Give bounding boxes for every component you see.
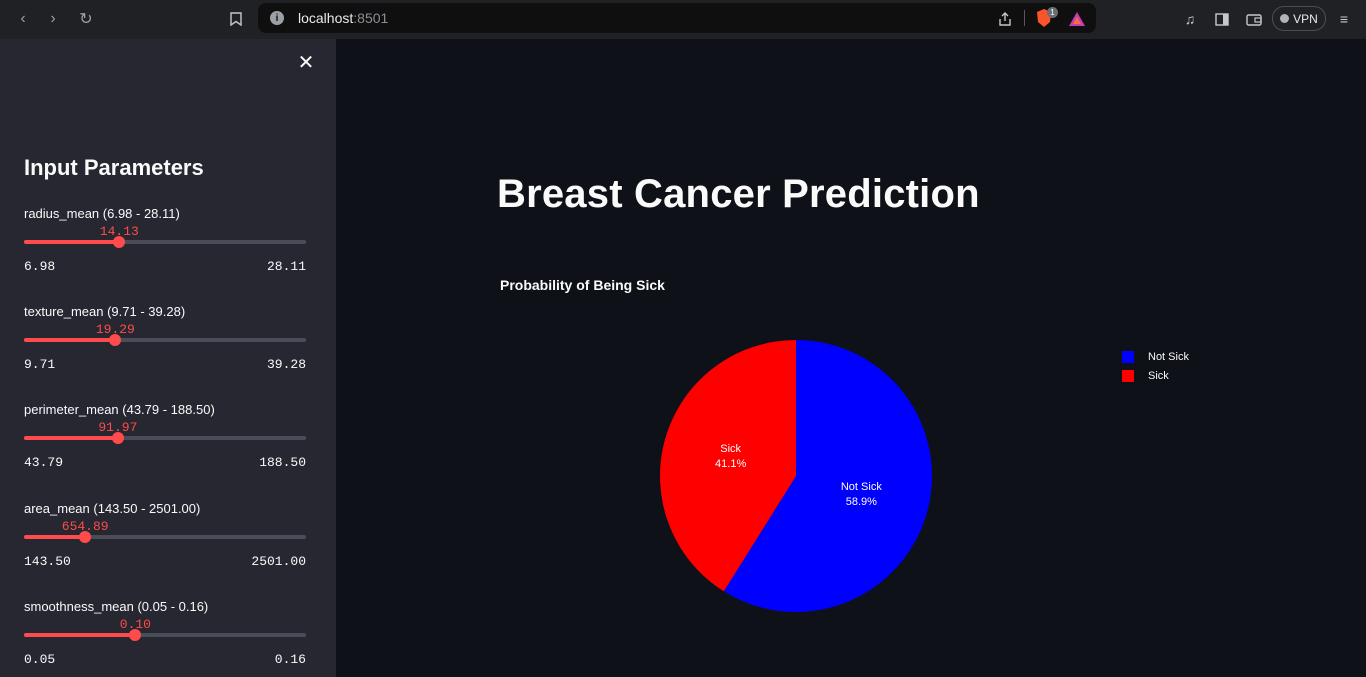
sidebar: ✕ Input Parameters radius_mean (6.98 - 2… (0, 39, 336, 677)
legend-swatch (1122, 369, 1134, 382)
bookmark-icon[interactable] (226, 9, 246, 29)
slider-thumb[interactable] (79, 531, 92, 543)
legend-swatch (1122, 350, 1134, 363)
pie-label-category: Sick (720, 443, 742, 456)
slider-track[interactable] (24, 334, 306, 346)
slider-track[interactable] (24, 531, 306, 543)
slider-max: 188.50 (259, 455, 306, 470)
sidebar-title: Input Parameters (24, 155, 204, 180)
url-host: localhost (298, 10, 354, 26)
slider-label: smoothness_mean (0.05 - 0.16) (24, 599, 209, 614)
slider-track[interactable] (24, 432, 306, 444)
slider-max: 0.16 (274, 652, 306, 667)
slider-max: 2501.00 (251, 554, 306, 569)
vpn-button[interactable]: VPN (1272, 6, 1326, 31)
pie-data-label: Sick 41.1% (715, 442, 746, 472)
slider-fill (24, 338, 116, 342)
slider-thumb[interactable] (109, 334, 122, 346)
chart-title: Probability of Being Sick (500, 277, 665, 293)
pie-label-percent: 41.1% (715, 458, 747, 471)
slider-fill (24, 633, 136, 637)
slider-fill (24, 535, 86, 539)
sidebar-toggle-icon[interactable] (1212, 9, 1232, 29)
url-port: :8501 (353, 10, 389, 26)
music-icon[interactable]: ♫ (1180, 9, 1200, 29)
forward-icon[interactable]: › (42, 8, 64, 30)
slider-min: 0.05 (24, 652, 56, 667)
brave-rewards-icon[interactable] (1067, 9, 1087, 29)
slider-thumb[interactable] (129, 629, 142, 641)
slider-min: 143.50 (24, 554, 71, 569)
slider-max: 28.11 (266, 259, 306, 274)
share-icon[interactable] (995, 9, 1015, 29)
menu-icon[interactable]: ≡ (1334, 9, 1354, 29)
site-info-icon[interactable]: i (270, 11, 284, 25)
close-sidebar-icon[interactable]: ✕ (296, 53, 316, 73)
pie-chart (660, 340, 932, 612)
slider-fill (24, 436, 118, 440)
legend-label: Not Sick (1148, 350, 1189, 363)
address-bar[interactable]: i localhost:8501 (258, 3, 1096, 33)
slider-area-mean: area_mean (143.50 - 2501.00) 654.89 143.… (24, 501, 306, 589)
shields-badge: 1 (1047, 7, 1058, 18)
slider-track[interactable] (24, 629, 306, 641)
pie-label-category: Not Sick (840, 480, 882, 493)
slider-fill (24, 240, 120, 244)
slider-radius-mean: radius_mean (6.98 - 28.11) 14.13 6.98 28… (24, 206, 306, 294)
slider-perimeter-mean: perimeter_mean (43.79 - 188.50) 91.97 43… (24, 402, 306, 490)
slider-label: texture_mean (9.71 - 39.28) (24, 304, 186, 319)
legend-label: Sick (1148, 369, 1169, 382)
slider-smoothness-mean: smoothness_mean (0.05 - 0.16) 0.10 0.05 … (24, 599, 306, 677)
slider-min: 43.79 (24, 455, 64, 470)
browser-toolbar: ‹ › ↻ i localhost:8501 1 ♫ VPN ≡ (0, 0, 1366, 39)
back-icon[interactable]: ‹ (12, 8, 34, 30)
slider-max: 39.28 (266, 357, 306, 372)
legend-item[interactable]: Sick (1122, 366, 1189, 385)
slider-min: 6.98 (24, 259, 56, 274)
slider-label: radius_mean (6.98 - 28.11) (24, 206, 180, 221)
slider-label: perimeter_mean (43.79 - 188.50) (24, 402, 215, 417)
toolbar-divider (1024, 10, 1025, 26)
chart-legend: Not Sick Sick (1122, 347, 1189, 385)
page-title: Breast Cancer Prediction (497, 172, 980, 216)
vpn-status-icon (1280, 14, 1290, 23)
vpn-label: VPN (1293, 11, 1318, 26)
reload-icon[interactable]: ↻ (75, 8, 97, 30)
wallet-icon[interactable] (1244, 9, 1264, 29)
slider-thumb[interactable] (111, 432, 124, 444)
slider-texture-mean: texture_mean (9.71 - 39.28) 19.29 9.71 3… (24, 304, 306, 392)
pie-data-label: Not Sick 58.9% (841, 480, 882, 510)
slider-track[interactable] (24, 236, 306, 248)
slider-thumb[interactable] (113, 236, 126, 248)
slider-min: 9.71 (24, 357, 56, 372)
slider-label: area_mean (143.50 - 2501.00) (24, 501, 201, 516)
pie-label-percent: 58.9% (845, 495, 877, 508)
legend-item[interactable]: Not Sick (1122, 347, 1189, 366)
